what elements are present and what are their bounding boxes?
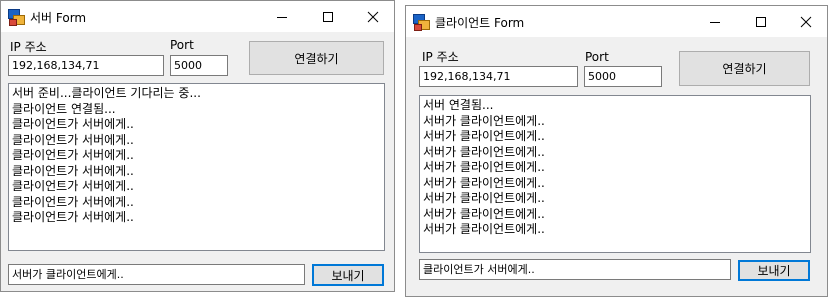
client-minimize-button[interactable] xyxy=(692,6,738,37)
list-item[interactable]: 클라이언트 연결됨... xyxy=(12,102,381,118)
client-ip-field[interactable]: 192,168,134,71 xyxy=(419,66,578,87)
server-send-button[interactable]: 보내기 xyxy=(312,264,384,286)
server-window-title: 서버 Form xyxy=(30,11,87,25)
client-port-field[interactable]: 5000 xyxy=(584,66,662,87)
client-log-list[interactable]: 서버 연결됨... 서버가 클라이언트에게.. 서버가 클라이언트에게.. 서버가 클… xyxy=(419,95,811,253)
client-send-button[interactable]: 보내기 xyxy=(738,260,810,281)
server-log-list[interactable]: 서버 준비...클라이언트 기다리는 중... 클라이언트 연결됨... 클라이언트… xyxy=(8,83,385,251)
maximize-icon xyxy=(756,16,766,27)
client-maximize-button[interactable] xyxy=(738,6,784,37)
client-ip-label: IP 주소 xyxy=(422,50,459,64)
list-item[interactable]: 서버가 클라이언트에게.. xyxy=(423,114,807,130)
minimize-icon xyxy=(277,16,287,18)
list-item[interactable]: 클라이언트가 서버에게.. xyxy=(12,133,381,149)
server-ip-label: IP 주소 xyxy=(10,40,47,54)
client-connect-button[interactable]: 연결하기 xyxy=(679,51,810,86)
list-item[interactable]: 서버 연결됨... xyxy=(423,98,807,114)
client-message-input[interactable]: 클라이언트가 서버에게.. xyxy=(419,259,731,280)
list-item[interactable]: 서버가 클라이언트에게.. xyxy=(423,145,807,161)
list-item[interactable]: 서버가 클라이언트에게.. xyxy=(423,176,807,192)
list-item[interactable]: 클라이언트가 서버에게.. xyxy=(12,179,381,195)
server-port-label: Port xyxy=(170,38,194,52)
client-port-label: Port xyxy=(585,50,609,64)
minimize-icon xyxy=(710,21,720,23)
list-item[interactable]: 서버가 클라이언트에게.. xyxy=(423,222,807,238)
client-titlebar[interactable]: 클라이언트 Form xyxy=(406,6,827,37)
client-close-button[interactable] xyxy=(783,6,829,37)
app-icon xyxy=(413,14,430,31)
server-connect-button[interactable]: 연결하기 xyxy=(249,41,384,75)
client-window-title: 클라이언트 Form xyxy=(435,16,525,30)
server-ip-field[interactable]: 192,168,134,71 xyxy=(8,55,164,76)
list-item[interactable]: 클라이언트가 서버에게.. xyxy=(12,195,381,211)
app-icon xyxy=(8,9,25,26)
list-item[interactable]: 클라이언트가 서버에게.. xyxy=(12,148,381,164)
list-item[interactable]: 서버가 클라이언트에게.. xyxy=(423,207,807,223)
list-item[interactable]: 서버가 클라이언트에게.. xyxy=(423,129,807,145)
server-maximize-button[interactable] xyxy=(305,1,351,32)
list-item[interactable]: 클라이언트가 서버에게.. xyxy=(12,164,381,180)
server-window: 서버 Form IP 주소 Port 192,168,134,71 5000 연… xyxy=(0,0,395,292)
server-port-field[interactable]: 5000 xyxy=(170,55,228,76)
list-item[interactable]: 서버 준비...클라이언트 기다리는 중... xyxy=(12,86,381,102)
list-item[interactable]: 서버가 클라이언트에게.. xyxy=(423,191,807,207)
server-minimize-button[interactable] xyxy=(259,1,305,32)
close-icon xyxy=(800,16,812,27)
server-close-button[interactable] xyxy=(350,1,396,32)
close-icon xyxy=(367,11,379,22)
maximize-icon xyxy=(323,11,333,22)
client-window: 클라이언트 Form IP 주소 Port 192,168,134,71 500… xyxy=(405,5,828,297)
server-titlebar[interactable]: 서버 Form xyxy=(1,1,394,32)
list-item[interactable]: 클라이언트가 서버에게.. xyxy=(12,210,381,226)
list-item[interactable]: 서버가 클라이언트에게.. xyxy=(423,160,807,176)
list-item[interactable]: 클라이언트가 서버에게.. xyxy=(12,117,381,133)
server-message-input[interactable]: 서버가 클라이언트에게.. xyxy=(8,264,305,285)
